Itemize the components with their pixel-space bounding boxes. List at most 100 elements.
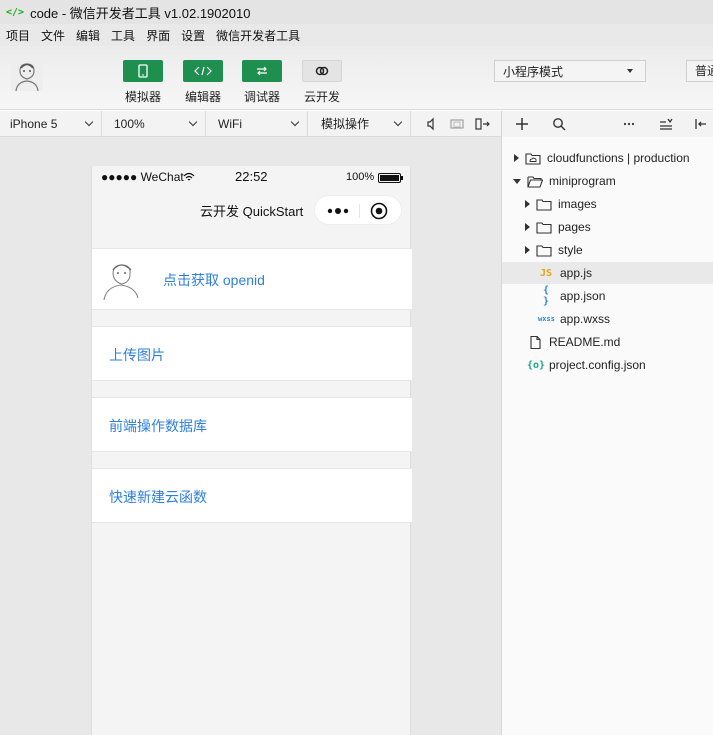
tree-item-project-config[interactable]: {o} project.config.json: [502, 354, 713, 376]
editor-button[interactable]: [183, 60, 223, 82]
phone-simulator: ●●●●● WeChat 22:52 100% 云开发 QuickStart 点…: [91, 166, 412, 735]
tree-item-app-js[interactable]: JS app.js: [502, 262, 713, 284]
openid-row[interactable]: 点击获取 openid: [92, 248, 412, 310]
operation-select[interactable]: 模拟操作: [311, 111, 411, 136]
expand-arrow-icon[interactable]: [514, 154, 519, 162]
operation-select-value: 模拟操作: [321, 117, 370, 131]
user-avatar[interactable]: [11, 59, 43, 91]
network-select[interactable]: WiFi: [208, 111, 308, 136]
collapse-arrow-icon[interactable]: [513, 178, 521, 184]
cloud-function-row[interactable]: 快速新建云函数: [92, 468, 412, 523]
chevron-down-icon: [188, 117, 198, 127]
tree-item-miniprogram[interactable]: miniprogram: [502, 170, 713, 192]
menu-tools[interactable]: 工具: [111, 27, 135, 44]
more-options-icon[interactable]: [623, 122, 635, 126]
tree-item-app-json[interactable]: { } app.json: [502, 285, 713, 307]
cloud-button[interactable]: [302, 60, 342, 82]
editor-tool[interactable]: 编辑器: [181, 60, 225, 105]
swap-icon: [257, 66, 267, 76]
debugger-label: 调试器: [243, 90, 280, 104]
zoom-select[interactable]: 100%: [104, 111, 206, 136]
window-title: code - 微信开发者工具 v1.02.1902010: [30, 5, 251, 21]
carrier-label: ●●●●● WeChat: [101, 170, 184, 184]
chevron-down-icon: [393, 117, 403, 127]
more-icon[interactable]: [326, 207, 350, 215]
device-select[interactable]: iPhone 5: [0, 111, 102, 136]
mode-select[interactable]: 小程序模式: [494, 60, 646, 82]
tree-item-label: project.config.json: [549, 358, 646, 372]
tree-item-pages[interactable]: pages: [502, 216, 713, 238]
tree-item-label: style: [558, 243, 583, 257]
folder-open-icon: [527, 175, 543, 188]
file-icon: [530, 335, 541, 349]
tree-item-style[interactable]: style: [502, 239, 713, 261]
folder-icon: [536, 221, 552, 234]
add-icon[interactable]: [515, 117, 529, 131]
tree-item-label: app.json: [560, 289, 606, 303]
close-mini-program-icon[interactable]: [370, 202, 388, 220]
menu-devtools[interactable]: 微信开发者工具: [216, 27, 300, 44]
menu-edit[interactable]: 编辑: [76, 27, 100, 44]
simulator-tool[interactable]: 模拟器: [121, 60, 165, 105]
app-logo-icon: </>: [6, 6, 25, 18]
clock: 22:52: [235, 169, 268, 184]
search-icon[interactable]: [552, 117, 566, 131]
phone-icon: [138, 64, 148, 78]
explorer-toolbar: [502, 111, 713, 137]
menu-file[interactable]: 文件: [41, 27, 65, 44]
tree-item-readme[interactable]: README.md: [502, 331, 713, 353]
simulator-label: 模拟器: [124, 90, 161, 104]
expand-arrow-icon[interactable]: [525, 200, 530, 208]
screen-icon[interactable]: [449, 116, 465, 132]
battery-percent: 100%: [346, 171, 375, 183]
menu-project[interactable]: 项目: [6, 27, 30, 44]
expand-arrow-icon[interactable]: [525, 223, 530, 231]
file-tree: cloudfunctions | production miniprogram …: [502, 137, 713, 735]
json-file-icon: { }: [542, 285, 550, 307]
database-row[interactable]: 前端操作数据库: [92, 397, 412, 452]
mode-select-value: 小程序模式: [503, 64, 564, 79]
collapse-all-icon[interactable]: [659, 117, 673, 131]
config-file-icon: {o}: [527, 359, 546, 371]
tree-item-label: images: [558, 197, 597, 211]
wxss-file-icon: wxss: [538, 315, 555, 323]
menu-settings[interactable]: 设置: [181, 27, 205, 44]
debugger-button[interactable]: [242, 60, 282, 82]
cloud-link-icon: [315, 66, 329, 76]
tree-item-label: cloudfunctions | production: [547, 151, 690, 165]
expand-arrow-icon[interactable]: [525, 246, 530, 254]
volume-icon[interactable]: [424, 116, 440, 132]
tree-item-label: app.wxss: [560, 312, 611, 326]
upload-image-row[interactable]: 上传图片: [92, 326, 412, 381]
tree-item-app-wxss[interactable]: wxss app.wxss: [502, 308, 713, 330]
menu-view[interactable]: 界面: [146, 27, 170, 44]
database-link[interactable]: 前端操作数据库: [109, 416, 207, 436]
code-icon: [194, 66, 212, 76]
editor-label: 编辑器: [184, 90, 221, 104]
get-openid-link[interactable]: 点击获取 openid: [163, 270, 265, 290]
cloud-function-link[interactable]: 快速新建云函数: [109, 487, 207, 507]
js-file-icon: JS: [539, 267, 553, 279]
collapse-panel-icon[interactable]: [694, 117, 708, 131]
chevron-down-icon: [84, 117, 94, 127]
detach-icon[interactable]: [474, 116, 490, 132]
cloud-tool[interactable]: 云开发: [300, 60, 344, 105]
tree-item-label: pages: [558, 220, 591, 234]
folder-icon: [536, 198, 552, 211]
phone-nav-bar: 云开发 QuickStart: [92, 188, 412, 230]
compile-mode-button[interactable]: 普通: [686, 60, 713, 82]
tree-item-cloudfunctions[interactable]: cloudfunctions | production: [502, 147, 713, 169]
simulator-button[interactable]: [123, 60, 163, 82]
network-select-value: WiFi: [218, 116, 242, 131]
debugger-tool[interactable]: 调试器: [240, 60, 284, 105]
capsule-menu: [314, 195, 402, 225]
cloud-label: 云开发: [303, 90, 340, 104]
title-bar: </> code - 微信开发者工具 v1.02.1902010: [0, 0, 713, 24]
nav-title: 云开发 QuickStart: [200, 204, 304, 219]
tree-item-images[interactable]: images: [502, 193, 713, 215]
cloud-folder-icon: [525, 152, 541, 165]
zoom-select-value: 100%: [114, 116, 145, 131]
upload-image-link[interactable]: 上传图片: [109, 345, 165, 365]
capsule-divider: [359, 204, 360, 218]
device-select-value: iPhone 5: [10, 116, 58, 131]
